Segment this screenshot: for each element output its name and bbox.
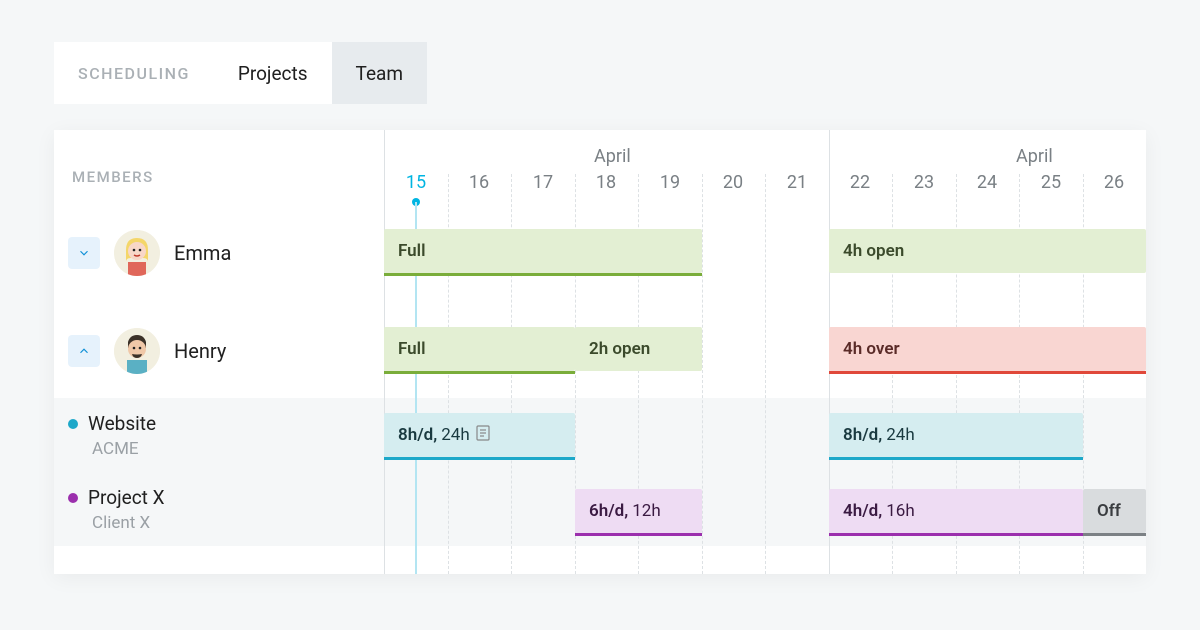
day-25: 25 <box>1036 172 1066 193</box>
project-dot-icon <box>68 419 78 429</box>
bar-projectx-b[interactable]: 4h/d,16h <box>829 489 1083 533</box>
bar-underline <box>384 457 575 460</box>
member-row-henry: Henry <box>68 328 226 374</box>
day-18: 18 <box>591 172 621 193</box>
member-row-emma: Emma <box>68 230 231 276</box>
bar-underline <box>829 457 1083 460</box>
scheduling-panel: MEMBERS Emma <box>54 130 1146 574</box>
project-name-website: Website <box>88 412 156 435</box>
project-client-website: ACME <box>92 439 156 459</box>
avatar-henry <box>114 328 160 374</box>
bar-emma-full[interactable]: Full <box>384 229 702 273</box>
project-dot-icon <box>68 493 78 503</box>
timeline[interactable]: April April 15 16 17 18 19 20 21 22 23 2… <box>384 130 1146 574</box>
chevron-up-icon <box>77 344 91 358</box>
sidebar: MEMBERS Emma <box>54 130 384 574</box>
bar-emma-open[interactable]: 4h open <box>829 229 1146 273</box>
grid-dash <box>765 174 766 574</box>
day-16: 16 <box>464 172 494 193</box>
tabs-section-label: SCHEDULING <box>54 42 214 104</box>
grid-dash <box>702 174 703 574</box>
project-client-projectx: Client X <box>92 513 164 533</box>
project-name-projectx: Project X <box>88 486 164 509</box>
day-20: 20 <box>718 172 748 193</box>
bar-henry-open[interactable]: 2h open <box>575 327 702 371</box>
bar-underline <box>575 533 702 536</box>
collapse-toggle-henry[interactable] <box>68 335 100 367</box>
member-name-henry: Henry <box>174 339 226 363</box>
bar-website-a[interactable]: 8h/d,24h <box>384 413 575 457</box>
bar-off[interactable]: Off <box>1083 489 1146 533</box>
day-19: 19 <box>655 172 685 193</box>
bar-underline <box>829 371 1146 374</box>
bar-underline <box>384 273 702 276</box>
project-row-projectx[interactable]: Project X Client X <box>68 486 164 533</box>
note-icon <box>476 425 490 445</box>
month-label-2: April <box>1016 146 1053 167</box>
bar-henry-full[interactable]: Full <box>384 327 575 371</box>
avatar-emma <box>114 230 160 276</box>
day-17: 17 <box>528 172 558 193</box>
day-24: 24 <box>972 172 1002 193</box>
expand-toggle-emma[interactable] <box>68 237 100 269</box>
chevron-down-icon <box>77 246 91 260</box>
day-21: 21 <box>782 172 812 193</box>
tab-projects[interactable]: Projects <box>214 42 332 104</box>
member-name-emma: Emma <box>174 241 231 265</box>
project-row-website[interactable]: Website ACME <box>68 412 156 459</box>
day-15: 15 <box>401 172 431 193</box>
bar-underline <box>1083 533 1146 536</box>
tabs-bar: SCHEDULING Projects Team <box>54 42 427 104</box>
bar-website-b[interactable]: 8h/d,24h <box>829 413 1083 457</box>
day-26: 26 <box>1099 172 1129 193</box>
bar-projectx-a[interactable]: 6h/d,12h <box>575 489 702 533</box>
month-label-1: April <box>594 146 631 167</box>
bar-henry-over[interactable]: 4h over <box>829 327 1146 371</box>
tab-team[interactable]: Team <box>332 42 428 104</box>
members-header: MEMBERS <box>72 168 154 186</box>
day-22: 22 <box>845 172 875 193</box>
day-23: 23 <box>909 172 939 193</box>
bar-underline <box>829 533 1083 536</box>
bar-underline <box>384 371 575 374</box>
